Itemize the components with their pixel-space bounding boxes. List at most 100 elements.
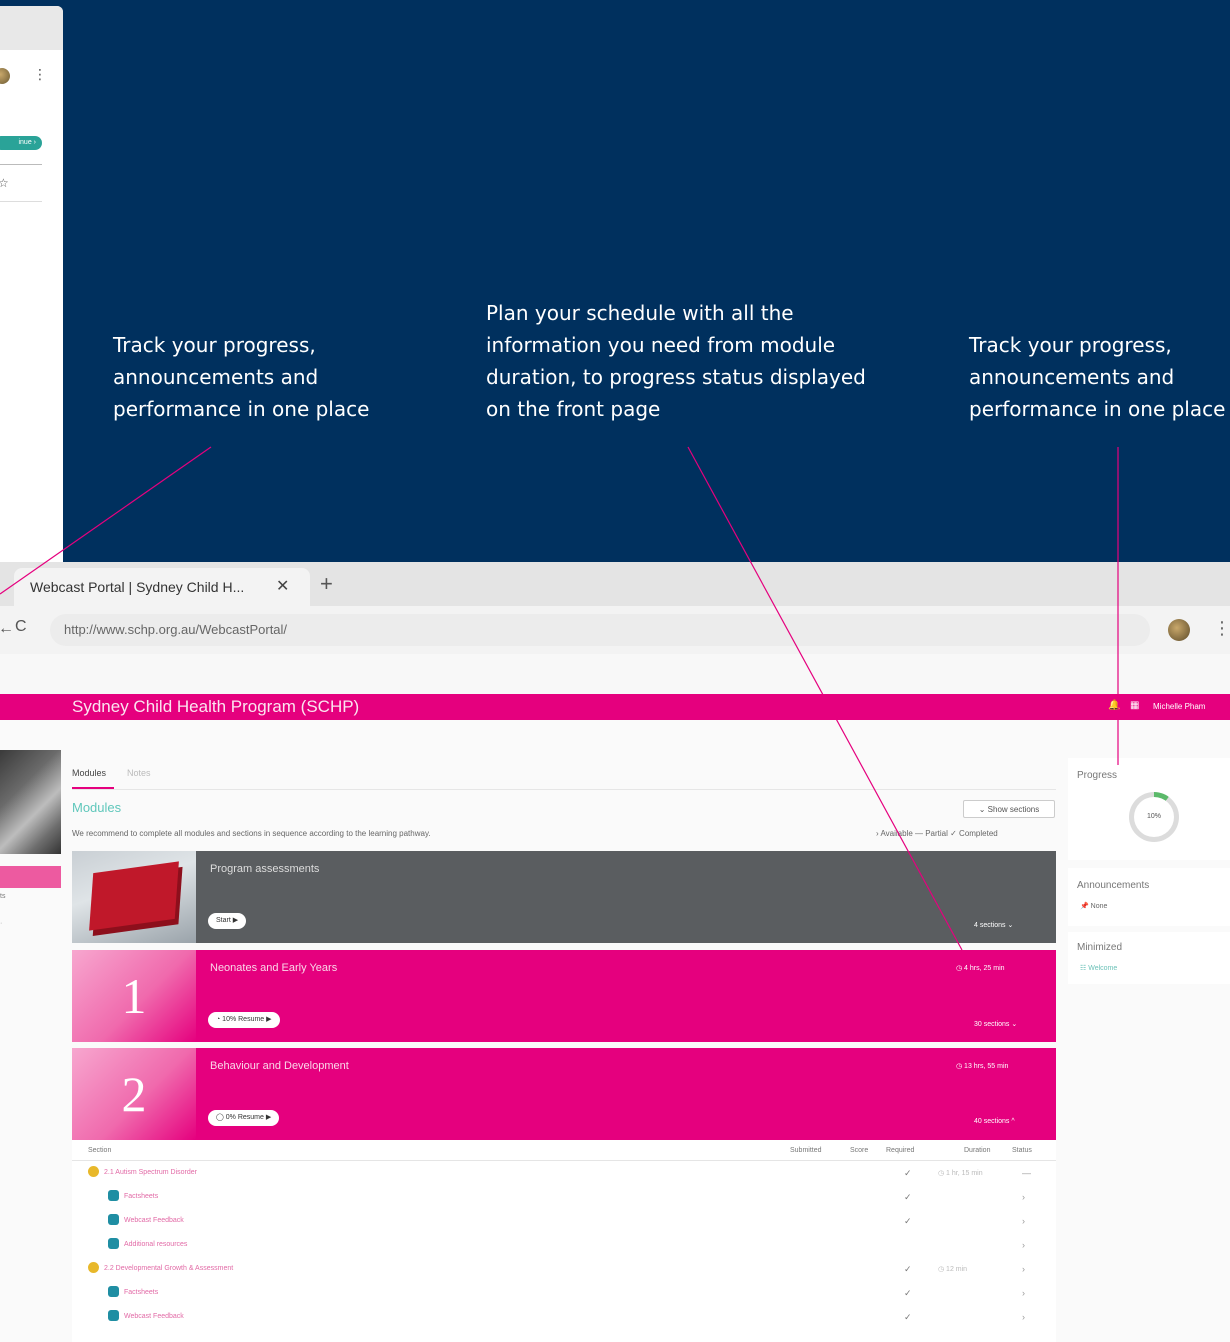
document-icon xyxy=(108,1190,119,1201)
app-header: Sydney Child Health Program (SCHP) 🔔 ▦ M… xyxy=(0,694,1230,720)
row-title[interactable]: Factsheets xyxy=(124,1289,158,1296)
sidebar-item[interactable]: ts xyxy=(0,893,5,900)
back-icon[interactable]: ← xyxy=(0,620,14,638)
ghost-divider xyxy=(0,164,42,165)
row-title[interactable]: 2.2 Developmental Growth & Assessment xyxy=(104,1265,233,1272)
bookmarks-bar xyxy=(0,654,1230,694)
row-status: › xyxy=(1022,1216,1025,1226)
progress-label: Progress xyxy=(1077,770,1118,781)
tab-strip: Webcast Portal | Sydney Child H... ✕ + xyxy=(0,562,1230,606)
section-table-header: Section Submitted Score Required Duratio… xyxy=(72,1140,1056,1161)
resume-button[interactable]: ◯ 0% Resume ▶ xyxy=(208,1110,280,1126)
module-card-program-assessments[interactable]: Program assessments Start ▶ 4 sections ⌄ xyxy=(72,851,1056,943)
reload-icon[interactable]: C xyxy=(15,618,27,636)
section-badge-icon xyxy=(88,1166,99,1177)
new-tab-button[interactable]: + xyxy=(320,571,333,597)
module-number: 2 xyxy=(72,1048,196,1140)
progress-ring: 10% xyxy=(1129,792,1179,842)
ghost-browser-window: ⋮ inue › ☆ xyxy=(0,6,63,566)
app-title: Sydney Child Health Program (SCHP) xyxy=(72,697,360,716)
minimized-panel: Minimized ☷ Welcome xyxy=(1068,932,1230,984)
minimized-item-welcome[interactable]: ☷ Welcome xyxy=(1080,964,1117,972)
resume-button[interactable]: ◔ 10% Resume ▶ xyxy=(208,1012,280,1028)
callout-right: Track your progress, announcements and p… xyxy=(969,333,1226,421)
section-badge-icon xyxy=(88,1262,99,1273)
callout-left: Track your progress, announcements and p… xyxy=(113,333,370,421)
row-title[interactable]: Webcast Feedback xyxy=(124,1217,184,1224)
row-status: › xyxy=(1022,1312,1025,1322)
module-title: Program assessments xyxy=(210,863,320,875)
module-card-1[interactable]: 1 Neonates and Early Years ◔ 10% Resume … xyxy=(72,950,1056,1042)
row-title[interactable]: Factsheets xyxy=(124,1193,158,1200)
close-icon[interactable]: ✕ xyxy=(276,576,289,596)
sidebar-item-active[interactable] xyxy=(0,866,61,888)
table-row[interactable]: Webcast Feedback ✓ › xyxy=(72,1210,1056,1232)
url-input[interactable]: http://www.schp.org.au/WebcastPortal/ xyxy=(50,614,1150,646)
module-card-2[interactable]: 2 Behaviour and Development ◯ 0% Resume … xyxy=(72,1048,1056,1140)
avatar-icon[interactable] xyxy=(1168,619,1190,641)
module-duration: ◷ 4 hrs, 25 min xyxy=(956,965,1005,972)
callout-center: Plan your schedule with all the informat… xyxy=(486,301,866,421)
table-row[interactable]: 2.1 Autism Spectrum Disorder ✓ ◷ 1 hr, 15 … xyxy=(72,1162,1056,1184)
bell-icon[interactable]: 🔔 xyxy=(1108,700,1120,711)
row-title[interactable]: 2.1 Autism Spectrum Disorder xyxy=(104,1169,197,1176)
start-button[interactable]: Start ▶ xyxy=(208,913,247,929)
module-duration: ◷ 13 hrs, 55 min xyxy=(956,1063,1009,1070)
sidebar-item[interactable]: · xyxy=(0,920,2,927)
browser-tab[interactable]: Webcast Portal | Sydney Child H... ✕ xyxy=(14,568,310,606)
document-icon xyxy=(108,1238,119,1249)
row-status: — xyxy=(1022,1168,1031,1178)
col-status: Status xyxy=(1012,1147,1032,1154)
section-table: Section Submitted Score Required Duratio… xyxy=(72,1140,1056,1342)
row-status: › xyxy=(1022,1240,1025,1250)
tab-modules[interactable]: Modules xyxy=(72,768,106,778)
sections-toggle[interactable]: 4 sections ⌄ xyxy=(974,921,1013,929)
row-title[interactable]: Webcast Feedback xyxy=(124,1313,184,1320)
module-title: Behaviour and Development xyxy=(210,1060,349,1072)
tab-notes[interactable]: Notes xyxy=(127,768,151,778)
kebab-menu-icon: ⋮ xyxy=(33,66,47,82)
document-icon xyxy=(108,1214,119,1225)
row-required: ✓ xyxy=(904,1264,912,1274)
modules-heading: Modules xyxy=(72,800,122,815)
row-required: ✓ xyxy=(904,1192,912,1202)
minimized-label: Minimized xyxy=(1077,942,1123,953)
document-icon xyxy=(108,1286,119,1297)
row-duration: ◷ 12 min xyxy=(938,1266,968,1273)
announcements-panel: Announcements 📌 None xyxy=(1068,868,1230,926)
sections-toggle[interactable]: 30 sections ⌄ xyxy=(974,1020,1017,1028)
col-duration: Duration xyxy=(964,1147,991,1154)
ghost-tab-strip xyxy=(0,6,63,50)
calendar-icon[interactable]: ▦ xyxy=(1130,700,1139,711)
col-required: Required xyxy=(886,1147,915,1154)
row-required: ✓ xyxy=(904,1312,912,1322)
sections-toggle[interactable]: 40 sections ^ xyxy=(974,1118,1015,1125)
show-sections-button[interactable]: ⌄ Show sections xyxy=(963,800,1055,818)
avatar-icon xyxy=(0,68,10,84)
row-title[interactable]: Additional resources xyxy=(124,1241,187,1248)
continue-pill: inue › xyxy=(0,136,42,150)
kebab-menu-icon[interactable]: ⋮ xyxy=(1213,618,1230,639)
table-row[interactable]: Additional resources › xyxy=(72,1234,1056,1256)
module-thumbnail xyxy=(72,851,196,943)
row-status: › xyxy=(1022,1264,1025,1274)
progress-panel: Progress 10% xyxy=(1068,758,1230,860)
table-row[interactable]: 2.2 Developmental Growth & Assessment ✓ ◷ … xyxy=(72,1258,1056,1280)
ghost-divider xyxy=(0,201,42,202)
sidebar-image xyxy=(0,750,61,854)
user-name[interactable]: Michelle Pham xyxy=(1153,702,1205,711)
announcement-item: 📌 None xyxy=(1080,903,1108,910)
book-icon xyxy=(89,861,179,931)
col-score: Score xyxy=(850,1147,869,1154)
status-legend: › Available — Partial ✓ Completed xyxy=(876,829,998,838)
table-row[interactable]: Factsheets ✓ › xyxy=(72,1186,1056,1208)
module-title: Neonates and Early Years xyxy=(210,962,338,974)
table-row[interactable]: Factsheets ✓ › xyxy=(72,1282,1056,1304)
col-section: Section xyxy=(88,1147,112,1154)
row-required: ✓ xyxy=(904,1216,912,1226)
table-row[interactable]: Webcast Feedback ✓ › xyxy=(72,1306,1056,1328)
announcements-label: Announcements xyxy=(1077,880,1150,891)
module-number: 1 xyxy=(72,950,196,1042)
document-icon xyxy=(108,1310,119,1321)
browser-window: Webcast Portal | Sydney Child H... ✕ + ←… xyxy=(0,562,1230,1342)
